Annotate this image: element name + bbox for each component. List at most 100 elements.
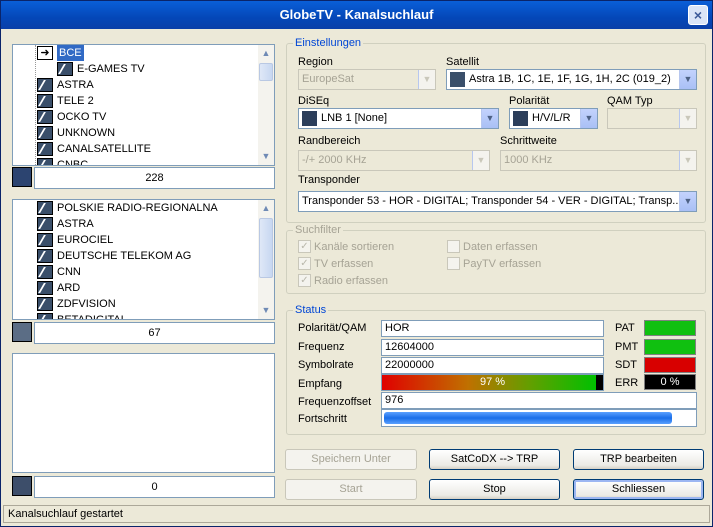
channel-icon xyxy=(37,78,53,92)
scroll-up-icon[interactable]: ▲ xyxy=(258,45,274,61)
chevron-down-icon: ▼ xyxy=(418,70,435,89)
satellit-select[interactable]: Astra 1B, 1C, 1E, 1F, 1G, 1H, 2C (019_2)… xyxy=(446,69,697,90)
chevron-down-icon[interactable]: ▼ xyxy=(679,192,696,211)
list-item-label: CNN xyxy=(57,266,81,278)
tv-checkbox: ✓ xyxy=(298,257,311,270)
channel-icon xyxy=(37,249,53,263)
radio-label: Radio erfassen xyxy=(314,275,388,287)
data-channel-list[interactable] xyxy=(12,353,275,473)
schrittweite-select: 1000 KHz ▼ xyxy=(500,150,697,171)
list-item-label: POLSKIE RADIO-REGIONALNA xyxy=(57,202,218,214)
trp-bearbeiten-button[interactable]: TRP bearbeiten xyxy=(573,449,704,470)
scroll-thumb[interactable] xyxy=(259,63,273,81)
pmt-label: PMT xyxy=(615,341,639,353)
lnb-icon xyxy=(302,111,317,126)
diseqc-select[interactable]: LNB 1 [None] ▼ xyxy=(298,108,499,129)
paytv-label: PayTV erfassen xyxy=(463,258,542,270)
chevron-down-icon: ▼ xyxy=(472,151,489,170)
close-button[interactable]: × xyxy=(688,5,708,25)
list1-scrollbar[interactable]: ▲ ▼ xyxy=(258,45,274,165)
chevron-down-icon[interactable]: ▼ xyxy=(481,109,498,128)
diseqc-label: DiSEq xyxy=(298,95,330,107)
list-item-label: ARD xyxy=(57,282,81,294)
list-item-label: CANALSATELLITE xyxy=(57,143,151,155)
list-item-label: E-GAMES TV xyxy=(77,63,145,75)
fortschritt-label: Fortschritt xyxy=(298,413,347,425)
sort-label: Kanäle sortieren xyxy=(314,241,395,253)
satellit-label: Satellit xyxy=(446,56,480,68)
randbereich-select: -/+ 2000 KHz ▼ xyxy=(298,150,490,171)
polaritaet-select[interactable]: H/V/L/R ▼ xyxy=(509,108,598,129)
channel-icon xyxy=(37,201,53,215)
frequenzoffset-label: Frequenzoffset xyxy=(298,396,372,408)
qam-select: ▼ xyxy=(607,108,697,129)
empfang-meter: 97 % xyxy=(381,374,604,391)
polarization-icon xyxy=(513,111,528,126)
stop-button[interactable]: Stop xyxy=(429,479,560,500)
speichern-unter-button[interactable]: Speichern Unter xyxy=(285,449,417,470)
randbereich-label: Randbereich xyxy=(298,135,361,147)
pmt-indicator xyxy=(644,339,696,355)
window: GlobeTV - Kanalsuchlauf × ➜ BCE E-GAMES TV… xyxy=(0,0,713,527)
satcodx-trp-button[interactable]: SatCoDX --> TRP xyxy=(429,449,560,470)
daten-label: Daten erfassen xyxy=(463,241,538,253)
randbereich-value: -/+ 2000 KHz xyxy=(302,154,367,166)
symbolrate-field: 22000000 xyxy=(381,357,604,374)
err-indicator: 0 % xyxy=(644,374,696,390)
list1-count: 228 xyxy=(34,167,275,189)
satellit-value: Astra 1B, 1C, 1E, 1F, 1G, 1H, 2C (019_2) xyxy=(469,73,671,85)
tv-channels-icon xyxy=(12,167,32,187)
list-item-label: UNKNOWN xyxy=(57,127,116,139)
chevron-down-icon: ▼ xyxy=(679,151,696,170)
scroll-thumb[interactable] xyxy=(259,218,273,278)
channel-icon xyxy=(57,62,73,76)
err-label: ERR xyxy=(615,377,639,389)
pat-indicator xyxy=(644,320,696,336)
sdt-label: SDT xyxy=(615,359,637,371)
list-item-label: BCE xyxy=(57,45,84,61)
schliessen-button[interactable]: Schliessen xyxy=(573,479,704,500)
titlebar: GlobeTV - Kanalsuchlauf × xyxy=(1,1,712,29)
list-item-label: ASTRA xyxy=(57,79,94,91)
status-bar: Kanalsuchlauf gestartet xyxy=(3,505,710,523)
chevron-down-icon[interactable]: ▼ xyxy=(580,109,597,128)
region-select: EuropeSat ▼ xyxy=(298,69,436,90)
frequenz-label: Frequenz xyxy=(298,341,345,353)
start-button[interactable]: Start xyxy=(285,479,417,500)
channel-icon xyxy=(37,110,53,124)
channel-icon xyxy=(37,126,53,140)
channel-icon xyxy=(37,158,53,165)
settings-legend: Einstellungen xyxy=(295,37,362,49)
list-item-label: OCKO TV xyxy=(57,111,107,123)
sdt-indicator xyxy=(644,357,696,373)
satellite-icon xyxy=(450,72,465,87)
radio-checkbox: ✓ xyxy=(298,274,311,287)
empfang-label: Empfang xyxy=(298,378,343,390)
fortschritt-bar xyxy=(381,409,697,427)
tree-line xyxy=(35,45,36,165)
channel-icon xyxy=(37,297,53,311)
tv-label: TV erfassen xyxy=(314,258,374,270)
scroll-down-icon[interactable]: ▼ xyxy=(258,148,274,164)
chevron-down-icon: ▼ xyxy=(679,109,696,128)
list-item-label: DEUTSCHE TELEKOM AG xyxy=(57,250,192,262)
list2-scrollbar[interactable]: ▲ ▼ xyxy=(258,200,274,319)
paytv-checkbox xyxy=(447,257,460,270)
radio-icon xyxy=(12,322,32,342)
polaritaet-label: Polarität xyxy=(509,95,550,107)
diseqc-value: LNB 1 [None] xyxy=(321,112,388,124)
channel-tree-list[interactable]: ➜ BCE E-GAMES TV ASTRA TELE 2 OCKO TV UNKNOWN C… xyxy=(12,44,275,166)
scroll-down-icon[interactable]: ▼ xyxy=(258,302,274,318)
pat-label: PAT xyxy=(615,322,635,334)
channel-icon xyxy=(37,233,53,247)
channel-icon xyxy=(37,313,53,319)
daten-checkbox xyxy=(447,240,460,253)
scroll-up-icon[interactable]: ▲ xyxy=(258,200,274,216)
list-item-label: ZDFVISION xyxy=(57,298,116,310)
schrittweite-value: 1000 KHz xyxy=(504,154,553,166)
transponder-select[interactable]: Transponder 53 - HOR - DIGITAL; Transpon… xyxy=(298,191,697,212)
qam-label: QAM Typ xyxy=(607,95,653,107)
radio-channel-list[interactable]: POLSKIE RADIO-REGIONALNA ASTRA EUROCIEL DEU… xyxy=(12,199,275,320)
list-item-label: BETADIGITAL xyxy=(57,314,127,320)
chevron-down-icon[interactable]: ▼ xyxy=(679,70,696,89)
